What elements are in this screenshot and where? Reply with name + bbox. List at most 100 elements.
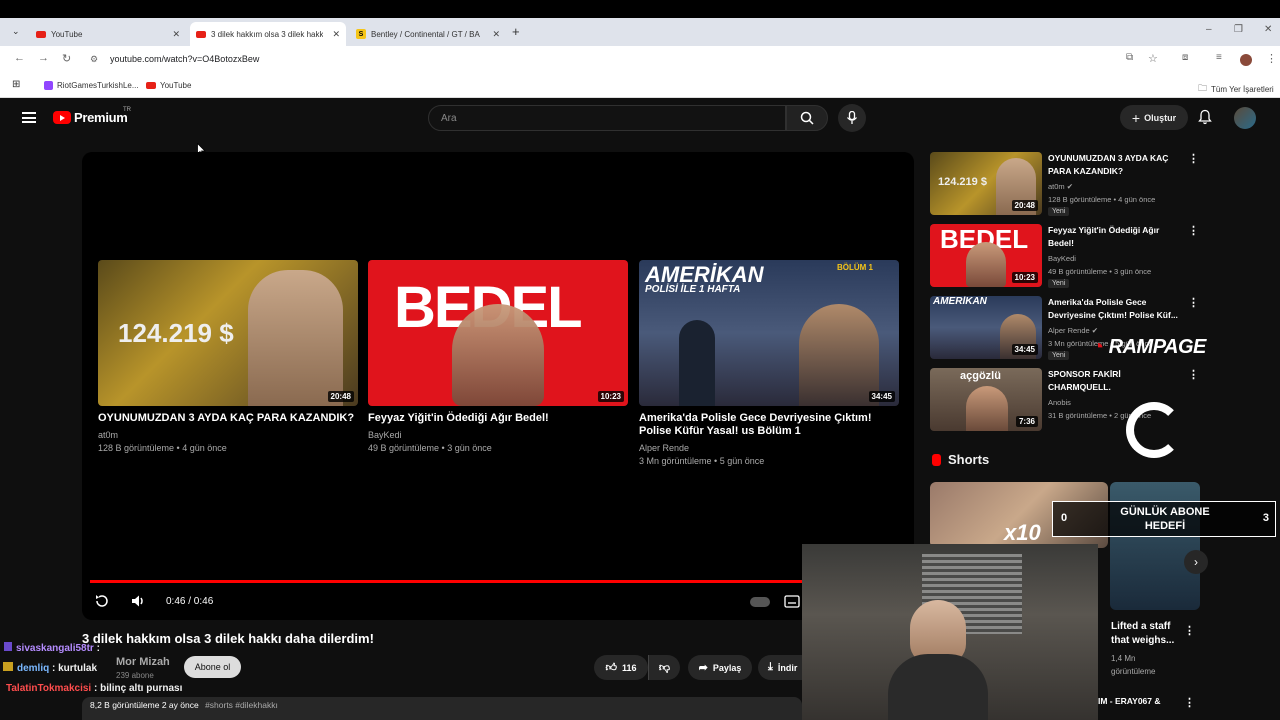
close-tab-icon[interactable]: ✕ <box>332 29 340 40</box>
video-thumbnail[interactable]: 124.219 $ 20:48 <box>98 260 358 406</box>
dislike-button[interactable]: 👎︎ <box>648 655 680 680</box>
bookmark-youtube[interactable]: YouTube <box>146 81 191 90</box>
video-thumbnail[interactable]: açgözlü 7:36 <box>930 368 1042 431</box>
minimize-icon[interactable]: – <box>1206 24 1212 35</box>
like-button[interactable]: 👍︎ 116 <box>594 655 648 680</box>
autoplay-toggle[interactable] <box>750 597 770 607</box>
restore-icon[interactable]: ❐ <box>1234 24 1243 35</box>
recommended-video[interactable]: BEDEL 10:23 Feyyaz Yiğit'in Ödediği Ağır… <box>930 224 1200 288</box>
more-options-icon[interactable]: ⋮ <box>1188 368 1199 381</box>
bookmark-star-icon[interactable]: ☆ <box>1148 52 1158 65</box>
voice-search-button[interactable] <box>838 104 866 132</box>
country-code: TR <box>123 107 131 113</box>
video-thumbnail[interactable]: AMERİKAN 34:45 <box>930 296 1042 359</box>
more-options-icon[interactable]: ⋮ <box>1188 152 1199 165</box>
c-logo-icon <box>1126 402 1182 458</box>
tab-current-video[interactable]: 3 dilek hakkım olsa 3 dilek hakkı ✕ <box>190 22 346 46</box>
recommended-title[interactable]: OYUNUMUZDAN 3 AYDA KAÇ PARA KAZANDIK? <box>1048 152 1178 178</box>
chat-username: demliq <box>17 663 50 674</box>
description-tags[interactable]: #shorts #dilekhakkı <box>205 700 278 710</box>
channel-name[interactable]: BayKedi <box>1048 254 1076 263</box>
more-options-icon[interactable]: ⋮ <box>1184 696 1195 709</box>
tab-youtube[interactable]: YouTube ✕ <box>30 22 186 46</box>
replay-icon[interactable] <box>94 593 110 609</box>
channel-label: at0m <box>1048 182 1065 191</box>
subscriber-goal-widget: 0 GÜNLÜK ABONE HEDEFİ 3 <box>1052 501 1276 537</box>
video-player[interactable]: 124.219 $ 20:48 OYUNUMUZDAN 3 AYDA KAÇ P… <box>82 152 914 620</box>
apps-grid-icon[interactable]: ⊞ <box>12 79 20 90</box>
new-tab-plus-icon[interactable]: + <box>512 24 520 39</box>
profile-avatar-icon[interactable] <box>1240 54 1252 66</box>
install-app-icon[interactable]: ⧉ <box>1126 52 1133 63</box>
video-meta: 128 B görüntüleme • 4 gün önce <box>98 443 227 453</box>
close-tab-icon[interactable]: ✕ <box>172 29 180 40</box>
close-tab-icon[interactable]: ✕ <box>492 29 500 40</box>
subtitles-icon[interactable] <box>784 595 800 608</box>
channel-name[interactable]: Alper Rende ✔ <box>1048 326 1098 335</box>
more-options-icon[interactable]: ⋮ <box>1188 224 1199 237</box>
search-input[interactable]: Ara <box>428 105 786 131</box>
end-screen-video-card[interactable]: 124.219 $ 20:48 OYUNUMUZDAN 3 AYDA KAÇ P… <box>98 260 358 455</box>
bookmark-riot[interactable]: RiotGamesTurkishLe... <box>44 81 139 90</box>
youtube-premium-logo[interactable]: Premium TR <box>53 107 131 125</box>
channel-name[interactable]: Mor Mizah <box>116 656 170 668</box>
channel-name[interactable]: BayKedi <box>368 429 628 442</box>
short-title[interactable]: Lifted a staff that weighs... <box>1111 620 1191 648</box>
media-control-icon[interactable]: ≡ <box>1216 52 1222 63</box>
url-field[interactable]: youtube.com/watch?v=O4BotozxBew <box>110 54 259 64</box>
video-thumbnail[interactable]: AMERİKAN POLİSİ İLE 1 HAFTA BÖLÜM 1 34:4… <box>639 260 899 406</box>
recommended-title[interactable]: Amerika'da Polisle Gece Devriyesine Çıkt… <box>1048 296 1178 322</box>
thumbnail-person <box>966 242 1006 287</box>
subscribe-button[interactable]: Abone ol <box>184 656 241 678</box>
duration-badge: 34:45 <box>868 391 895 402</box>
channel-name[interactable]: Alper Rende <box>639 442 899 455</box>
video-thumbnail[interactable]: BEDEL 10:23 <box>368 260 628 406</box>
more-options-icon[interactable]: ⋮ <box>1184 624 1195 637</box>
end-screen-video-card[interactable]: AMERİKAN POLİSİ İLE 1 HAFTA BÖLÜM 1 34:4… <box>639 260 899 468</box>
video-thumbnail[interactable]: BEDEL 10:23 <box>930 224 1042 287</box>
search-button[interactable] <box>786 105 828 131</box>
end-screen-video-card[interactable]: BEDEL 10:23 Feyyaz Yiğit'in Ödediği Ağır… <box>368 260 628 455</box>
all-bookmarks[interactable]: 🗀 Tüm Yer İşaretleri <box>1198 81 1274 97</box>
notifications-bell-icon[interactable] <box>1198 109 1212 125</box>
share-button[interactable]: ➦ Paylaş <box>688 655 752 680</box>
more-options-icon[interactable]: ⋮ <box>1188 296 1199 309</box>
channel-name[interactable]: Anobis <box>1048 398 1071 407</box>
video-title[interactable]: Amerika'da Polisle Gece Devriyesine Çıkt… <box>639 412 899 438</box>
chat-badge-icon <box>4 642 12 651</box>
tab-list-chevron-icon[interactable]: ⌄ <box>12 26 20 37</box>
recommended-video[interactable]: 124.219 $ 20:48 OYUNUMUZDAN 3 AYDA KAÇ P… <box>930 152 1200 216</box>
address-bar: ← → ↻ ⚙ youtube.com/watch?v=O4BotozxBew … <box>0 46 1280 74</box>
hamburger-menu-icon[interactable] <box>22 112 36 123</box>
next-arrow-icon[interactable]: › <box>1184 550 1208 574</box>
description-box[interactable]: 8,2 B görüntüleme 2 ay önce #shorts #dil… <box>82 697 802 720</box>
video-thumbnail[interactable]: 124.219 $ 20:48 <box>930 152 1042 215</box>
close-window-icon[interactable]: ✕ <box>1264 24 1272 35</box>
video-title[interactable]: OYUNUMUZDAN 3 AYDA KAÇ PARA KAZANDIK? <box>98 412 358 425</box>
progress-bar[interactable] <box>90 580 906 583</box>
webcam-overlay <box>802 544 1098 720</box>
logo-text: Premium <box>74 110 128 125</box>
search-icon <box>800 111 814 125</box>
recommended-title[interactable]: Feyyaz Yiğit'in Ödediği Ağır Bedel! <box>1048 224 1178 250</box>
browser-menu-icon[interactable]: ⋮ <box>1266 52 1277 65</box>
back-arrow-icon[interactable]: ← <box>14 52 25 64</box>
tab-bentley[interactable]: S Bentley / Continental / GT / BA ✕ <box>350 22 506 46</box>
thumbs-up-icon: 👍︎ <box>605 662 617 674</box>
create-button[interactable]: + Oluştur <box>1120 105 1188 130</box>
volume-icon[interactable] <box>130 593 146 609</box>
site-info-icon[interactable]: ⚙ <box>90 54 98 65</box>
extensions-icon[interactable]: ⧈ <box>1182 52 1188 63</box>
video-title[interactable]: Feyyaz Yiğit'in Ödediği Ağır Bedel! <box>368 412 628 425</box>
thumbs-down-icon: 👎︎ <box>658 662 671 674</box>
recommended-title[interactable]: SPONSOR FAKİRİ CHARMQUELL. <box>1048 368 1178 394</box>
forward-arrow-icon[interactable]: → <box>38 52 49 64</box>
reload-icon[interactable]: ↻ <box>62 52 71 65</box>
youtube-favicon-icon <box>146 82 156 89</box>
partial-short-title[interactable]: IM - ERAY067 & <box>1098 696 1161 706</box>
channel-name[interactable]: at0m ✔ <box>1048 182 1073 191</box>
channel-name[interactable]: at0m <box>98 429 358 442</box>
download-button[interactable]: ⤓ İndir <box>758 655 802 680</box>
account-avatar[interactable] <box>1234 107 1256 129</box>
short-thumbnail-text: x10 <box>1004 520 1041 545</box>
